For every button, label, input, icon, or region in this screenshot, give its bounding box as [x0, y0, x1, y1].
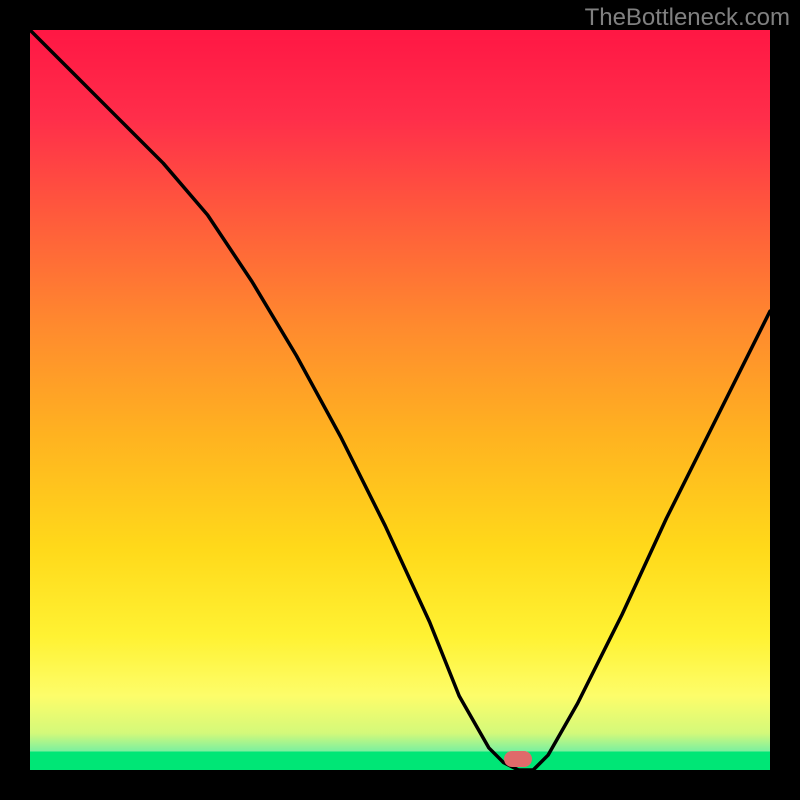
green-band	[30, 752, 770, 771]
watermark-text: TheBottleneck.com	[585, 4, 790, 32]
gradient-plot	[30, 30, 770, 770]
optimal-marker	[504, 751, 532, 767]
plot-area	[30, 30, 770, 770]
chart-container: TheBottleneck.com	[0, 0, 800, 800]
